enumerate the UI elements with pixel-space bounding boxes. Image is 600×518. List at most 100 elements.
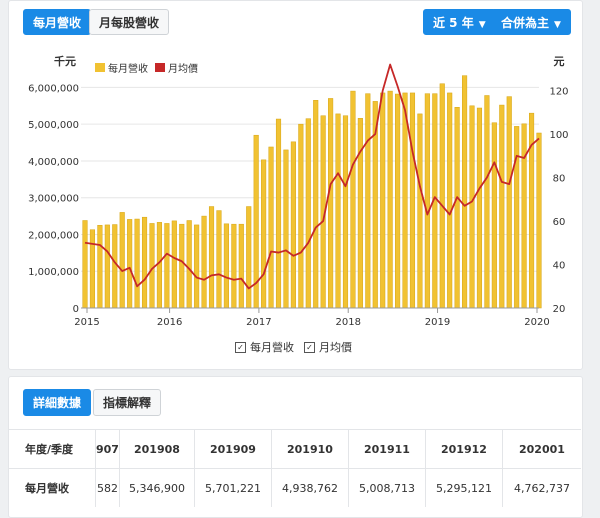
- y-right-tick-label: 100: [549, 130, 568, 141]
- x-tick-label: 2020: [524, 317, 549, 328]
- revenue-bar: [439, 83, 445, 309]
- revenue-price-chart: 0 1,000,000 2,000,000 3,000,000 4,000,000 5,0…: [28, 54, 568, 328]
- table-header-cell: 201910: [270, 429, 349, 469]
- revenue-bars: [82, 75, 542, 309]
- y-left-tick-label: 5,000,000: [28, 120, 79, 131]
- revenue-bar: [97, 225, 103, 309]
- table-header-cell: 201912: [424, 429, 503, 469]
- revenue-bar: [283, 149, 289, 309]
- revenue-bar: [261, 159, 267, 309]
- legend-label-revenue: 每月營收: [108, 62, 148, 75]
- table-card: 詳細數據 指標解釋 年度/季度 907 201908 201909 201910…: [8, 376, 583, 518]
- y-left-tick-label: 0: [73, 304, 79, 315]
- revenue-bar: [164, 223, 170, 309]
- y-right-tick-label: 40: [553, 261, 566, 272]
- table-header-partial: 907: [96, 442, 119, 456]
- legend-label-price: 月均價: [168, 62, 198, 75]
- y-left-tick-label: 6,000,000: [28, 83, 79, 94]
- series-toggle-label: 月均價: [319, 341, 352, 354]
- revenue-bar: [506, 96, 512, 309]
- revenue-bar: [134, 218, 140, 309]
- revenue-bar: [499, 104, 505, 309]
- table-header-cell: 201908: [118, 429, 195, 469]
- y-left-tick-label: 4,000,000: [28, 157, 79, 168]
- x-tick-label: 2019: [425, 317, 450, 328]
- revenue-bar: [476, 107, 483, 309]
- x-tick-label: 2015: [74, 317, 99, 328]
- checkbox-icon[interactable]: ✓: [235, 341, 246, 353]
- table-cell: 5,008,713: [347, 468, 426, 507]
- revenue-bar: [313, 100, 319, 309]
- series-toggle-price[interactable]: ✓ 月均價: [304, 339, 352, 355]
- revenue-bar: [171, 220, 177, 309]
- x-tick-label: 2016: [157, 317, 182, 328]
- revenue-bar: [447, 92, 453, 309]
- revenue-bar: [409, 92, 416, 309]
- table-cell: 4,762,737: [501, 468, 581, 507]
- y-right-tick-label: 120: [549, 87, 568, 98]
- table-cell: 5,295,121: [424, 468, 503, 507]
- revenue-bar: [89, 229, 95, 309]
- y-left-tick-label: 2,000,000: [28, 230, 79, 241]
- table-cell: 4,938,762: [270, 468, 349, 507]
- y-right-unit: 元: [554, 55, 565, 68]
- revenue-bar: [201, 215, 207, 309]
- revenue-bar: [402, 92, 408, 309]
- y-right-tick-label: 80: [553, 174, 566, 185]
- revenue-bar: [246, 206, 252, 309]
- revenue-bar: [298, 123, 304, 309]
- y-left-unit: 千元: [54, 54, 76, 68]
- revenue-bar: [342, 115, 349, 309]
- revenue-bar: [82, 220, 88, 309]
- revenue-bar: [275, 118, 282, 309]
- revenue-bar: [328, 98, 334, 309]
- tab-indicator-explanation[interactable]: 指標解釋: [93, 389, 162, 416]
- chart-card: 每月營收 月每股營收 近 5 年 ▼ 合併為主 ▼ 0 1,000,000 2,000,…: [8, 0, 583, 370]
- revenue-bar: [112, 224, 118, 309]
- revenue-bar: [223, 223, 229, 309]
- revenue-bar: [365, 93, 371, 309]
- table-row-label: 每月營收: [9, 468, 96, 507]
- revenue-bar: [127, 219, 133, 309]
- y-right-tick-label: 20: [553, 304, 566, 315]
- series-toggle-revenue[interactable]: ✓ 每月營收: [235, 339, 294, 355]
- table-header-cell: 202001: [501, 429, 581, 469]
- table-cell: 582: [95, 468, 120, 507]
- revenue-bar: [335, 113, 341, 309]
- chart-legend: 每月營收 月均價: [95, 62, 198, 75]
- tab-detailed-data[interactable]: 詳細數據: [23, 389, 92, 416]
- table-cell: 5,701,221: [193, 468, 272, 507]
- table-header-cell: 907: [95, 429, 120, 469]
- checkbox-icon[interactable]: ✓: [304, 341, 315, 353]
- revenue-bar: [119, 212, 125, 309]
- revenue-bar: [387, 90, 393, 309]
- x-tick-label: 2017: [246, 317, 271, 328]
- revenue-bar: [380, 92, 386, 309]
- revenue-bar: [484, 95, 490, 309]
- revenue-bar: [268, 146, 274, 309]
- table-header-row: 年度/季度 907 201908 201909 201910 201911 20…: [9, 429, 581, 469]
- revenue-bar: [305, 118, 311, 309]
- revenue-bar: [469, 105, 475, 309]
- revenue-bar: [514, 126, 520, 309]
- revenue-bar: [141, 216, 148, 309]
- y-left-tick-label: 3,000,000: [28, 194, 79, 205]
- table-header-cell: 201911: [347, 429, 426, 469]
- revenue-bar: [395, 93, 401, 309]
- table-cell: 5,346,900: [118, 468, 195, 507]
- revenue-table: 年度/季度 907 201908 201909 201910 201911 20…: [9, 429, 581, 507]
- revenue-bar: [521, 123, 527, 309]
- revenue-bar: [186, 220, 192, 309]
- revenue-bar: [238, 223, 244, 309]
- legend-swatch-price: [155, 63, 165, 72]
- table-row: 每月營收 582 5,346,900 5,701,221 4,938,762 5…: [9, 468, 581, 507]
- revenue-bar: [208, 206, 215, 309]
- y-right-tick-label: 60: [553, 217, 566, 228]
- revenue-bar: [104, 224, 110, 309]
- revenue-bar: [424, 93, 430, 309]
- revenue-bar: [350, 90, 356, 309]
- revenue-bar: [462, 75, 468, 309]
- revenue-bar: [231, 223, 237, 309]
- revenue-bar: [491, 122, 497, 309]
- y-left-tick-label: 1,000,000: [28, 267, 79, 278]
